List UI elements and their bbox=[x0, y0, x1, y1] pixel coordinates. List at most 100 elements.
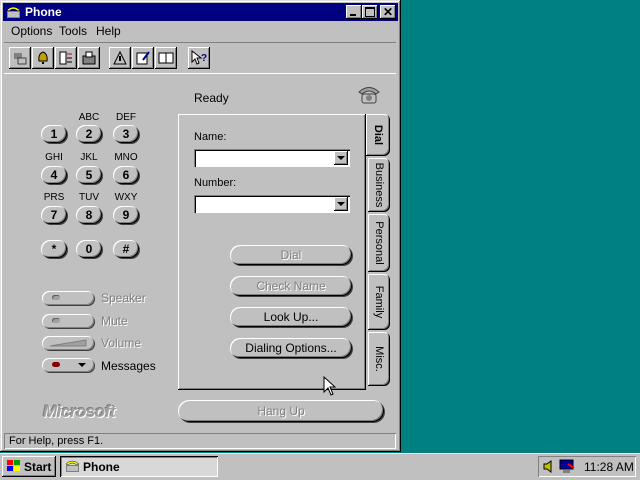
maximize-button[interactable] bbox=[362, 5, 378, 19]
name-label: Name: bbox=[194, 131, 227, 143]
phone-window: Phone ✕ Options Tools Help ? Ready ABC D… bbox=[0, 0, 401, 452]
svg-text:?: ? bbox=[201, 53, 207, 64]
chevron-down-icon bbox=[78, 363, 86, 367]
minimize-icon bbox=[350, 14, 356, 16]
phone-list-icon bbox=[59, 51, 72, 65]
mouse-pointer-icon bbox=[323, 376, 336, 396]
key-4[interactable]: 4 bbox=[41, 166, 67, 184]
key-5[interactable]: 5 bbox=[76, 166, 102, 184]
taskbar-item-phone[interactable]: Phone bbox=[60, 456, 218, 477]
windows-logo-icon bbox=[7, 460, 20, 471]
key-3[interactable]: 3 bbox=[113, 125, 139, 143]
tab-personal[interactable]: Personal bbox=[368, 214, 390, 272]
number-combobox[interactable] bbox=[194, 195, 350, 213]
toolbar-button-help[interactable]: ? bbox=[188, 47, 210, 69]
key-7[interactable]: 7 bbox=[41, 206, 67, 224]
key-9[interactable]: 9 bbox=[113, 206, 139, 224]
tab-misc[interactable]: Misc. bbox=[368, 332, 390, 386]
key-letters: PRS bbox=[43, 192, 65, 203]
mute-button[interactable] bbox=[42, 314, 94, 328]
mute-label: Mute bbox=[101, 314, 128, 328]
mute-indicator-icon bbox=[52, 318, 60, 323]
key-0[interactable]: 0 bbox=[76, 240, 102, 258]
key-letters: GHI bbox=[45, 152, 63, 163]
microsoft-logo: Microsoft bbox=[43, 402, 116, 421]
notepad-icon bbox=[136, 51, 150, 65]
start-button[interactable]: Start bbox=[2, 456, 56, 477]
number-dropdown-arrow[interactable] bbox=[334, 197, 348, 211]
look-up-button[interactable]: Look Up... bbox=[230, 307, 352, 327]
tab-business[interactable]: Business bbox=[368, 158, 390, 212]
bell-icon bbox=[38, 51, 48, 64]
tab-business-label: Business bbox=[373, 162, 385, 208]
tab-personal-label: Personal bbox=[373, 221, 385, 265]
key-pound[interactable]: # bbox=[113, 240, 139, 258]
status-bar: For Help, press F1. bbox=[4, 433, 396, 449]
key-letters: DEF bbox=[116, 112, 136, 123]
key-letters: MNO bbox=[114, 152, 138, 163]
speaker-volume-icon[interactable] bbox=[543, 460, 555, 473]
key-letters: ABC bbox=[78, 112, 100, 123]
help-pointer-icon: ? bbox=[191, 50, 207, 65]
sign-icon bbox=[113, 50, 127, 65]
taskbar-item-label: Phone bbox=[83, 460, 120, 474]
volume-button[interactable] bbox=[42, 336, 94, 350]
volume-ramp-icon bbox=[49, 339, 87, 347]
tab-misc-label: Misc. bbox=[373, 346, 385, 372]
status-bar-text: For Help, press F1. bbox=[9, 435, 104, 447]
toolbar-button-book[interactable] bbox=[155, 47, 177, 69]
messages-indicator-icon bbox=[52, 362, 60, 367]
line-status: Ready bbox=[194, 91, 229, 105]
messages-button[interactable] bbox=[42, 358, 94, 372]
phone-app-icon bbox=[65, 460, 80, 472]
toolbar-button-sign[interactable] bbox=[109, 47, 131, 69]
toolbar-button-phone-list[interactable] bbox=[55, 47, 77, 69]
menu-bar: Options Tools Help bbox=[4, 22, 394, 40]
name-dropdown-arrow[interactable] bbox=[334, 151, 348, 165]
fax-icon bbox=[82, 51, 96, 65]
key-2[interactable]: 2 bbox=[76, 125, 102, 143]
tab-family-label: Family bbox=[373, 285, 385, 319]
monitor-icon[interactable] bbox=[559, 459, 575, 474]
tab-family[interactable]: Family bbox=[368, 274, 390, 330]
toolbar-button-bell[interactable] bbox=[32, 47, 54, 69]
toolbar: ? bbox=[4, 42, 396, 74]
dial-panel: Name: Number: Dial Check Name Look Up...… bbox=[178, 114, 366, 390]
toolbar-button-network[interactable] bbox=[9, 47, 31, 69]
start-label: Start bbox=[24, 460, 52, 474]
close-button[interactable]: ✕ bbox=[380, 5, 396, 19]
speaker-indicator-icon bbox=[52, 295, 60, 300]
title-bar[interactable]: Phone ✕ bbox=[3, 3, 398, 21]
dialing-options-button[interactable]: Dialing Options... bbox=[230, 338, 352, 358]
check-name-button[interactable]: Check Name bbox=[230, 276, 352, 296]
key-8[interactable]: 8 bbox=[76, 206, 102, 224]
key-6[interactable]: 6 bbox=[113, 166, 139, 184]
close-icon: ✕ bbox=[382, 5, 394, 19]
book-icon bbox=[158, 52, 174, 64]
maximize-icon bbox=[365, 7, 375, 17]
system-tray: 11:28 AM bbox=[538, 456, 636, 477]
dial-button[interactable]: Dial bbox=[230, 245, 352, 265]
menu-help[interactable]: Help bbox=[96, 24, 121, 38]
minimize-button[interactable] bbox=[346, 5, 362, 19]
volume-label: Volume bbox=[101, 336, 142, 350]
key-letters: WXY bbox=[114, 192, 138, 203]
window-title: Phone bbox=[25, 5, 62, 19]
key-star[interactable]: * bbox=[41, 240, 67, 258]
toolbar-button-notepad[interactable] bbox=[132, 47, 154, 69]
tab-dial-label: Dial bbox=[372, 124, 384, 146]
network-icon bbox=[14, 53, 27, 65]
telephone-icon bbox=[358, 87, 380, 104]
menu-tools[interactable]: Tools bbox=[59, 24, 87, 38]
key-1[interactable]: 1 bbox=[41, 125, 67, 143]
phone-app-icon bbox=[6, 6, 21, 18]
key-letters: JKL bbox=[80, 152, 98, 163]
speaker-button[interactable] bbox=[42, 291, 94, 305]
hang-up-button[interactable]: Hang Up bbox=[178, 400, 384, 422]
name-combobox[interactable] bbox=[194, 149, 350, 167]
toolbar-button-fax[interactable] bbox=[78, 47, 100, 69]
tab-dial[interactable]: Dial bbox=[366, 114, 390, 156]
menu-options[interactable]: Options bbox=[11, 24, 52, 38]
taskbar: Start Phone 11:28 AM bbox=[0, 453, 640, 480]
speaker-label: Speaker bbox=[101, 291, 146, 305]
